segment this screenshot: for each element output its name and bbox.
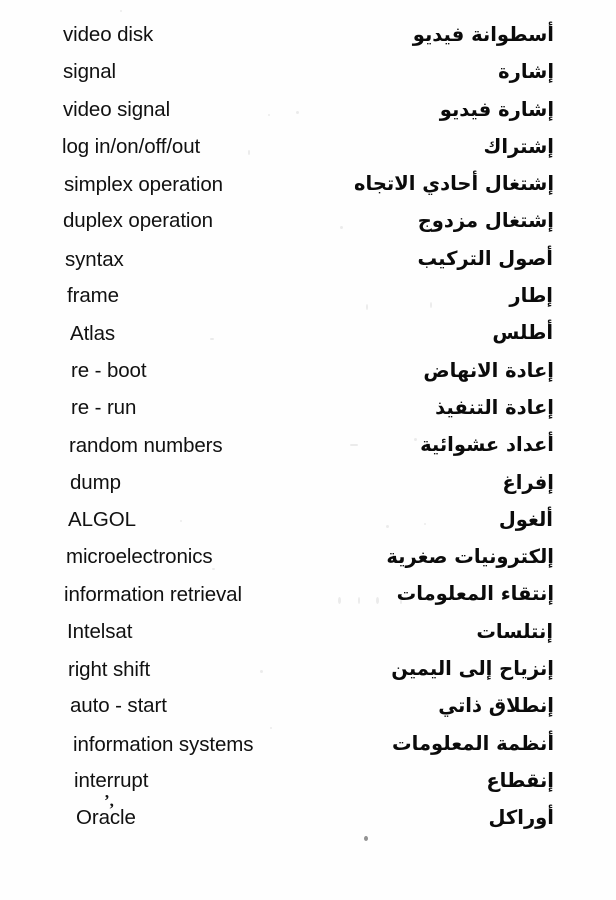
glossary-entry: auto - start إنطلاق ذاتي: [0, 693, 616, 730]
arabic-term: أوراكل: [488, 806, 554, 830]
english-term: information systems: [73, 732, 254, 756]
english-term: random numbers: [69, 433, 223, 457]
arabic-term: إنتقاء المعلومات: [396, 582, 554, 606]
english-term: re - run: [71, 395, 137, 419]
glossary-entry: re - boot إعادة الانهاض: [0, 358, 616, 395]
glossary-entry: frame إطار: [0, 283, 616, 320]
english-term: simplex operation: [64, 172, 223, 196]
english-term: microelectronics: [66, 545, 213, 569]
english-term: re - boot: [71, 358, 147, 382]
glossary-entry: interrupt إنقطاع: [0, 768, 616, 805]
glossary-list: video disk أسطوانة فيديو signal إشارة video …: [0, 22, 616, 843]
arabic-term: أنظمة المعلومات: [392, 731, 554, 755]
arabic-term: إلكترونيات صغرية: [386, 545, 554, 569]
scan-speck: [120, 10, 122, 12]
english-term: Atlas: [70, 321, 116, 345]
english-term: frame: [67, 284, 119, 308]
english-term: interrupt: [74, 769, 149, 793]
arabic-term: إطار: [509, 284, 553, 308]
glossary-entry: signal إشارة: [0, 59, 616, 96]
glossary-entry: re - run إعادة التنفيذ: [0, 395, 616, 432]
english-term: right shift: [68, 657, 151, 681]
glossary-entry: dump إفراغ: [0, 470, 616, 507]
arabic-term: إنقطاع: [486, 768, 554, 792]
arabic-term: ألغول: [498, 507, 553, 531]
english-term: video disk: [63, 23, 154, 46]
english-term: syntax: [65, 247, 124, 271]
english-term: information retrieval: [64, 582, 242, 606]
glossary-entry: information retrieval إنتقاء المعلومات: [0, 581, 616, 618]
english-term: Oracle: [76, 806, 136, 830]
arabic-term: إنطلاق ذاتي: [438, 694, 554, 718]
arabic-term: إعادة الانهاض: [423, 358, 554, 382]
glossary-entry: simplex operation إشتغال أحادي الاتجاه: [0, 171, 616, 208]
glossary-entry: Intelsat إنتلسات: [0, 619, 616, 656]
glossary-entry: information systems أنظمة المعلومات: [0, 731, 616, 768]
arabic-term: إشتغال أحادي الاتجاه: [354, 172, 554, 196]
english-term: signal: [63, 60, 116, 84]
glossary-entry: random numbers أعداد عشوائية: [0, 432, 616, 469]
arabic-term: إنزياح إلى اليمين: [391, 657, 554, 681]
english-term: auto - start: [70, 694, 167, 718]
arabic-term: إعادة التنفيذ: [435, 395, 554, 419]
glossary-entry: duplex operation إشتغال مزدوج: [0, 208, 616, 245]
glossary-entry: video signal إشارة فيديو: [0, 97, 616, 134]
scanned-page: video disk أسطوانة فيديو signal إشارة video …: [0, 0, 616, 900]
glossary-entry: video disk أسطوانة فيديو: [0, 22, 616, 59]
arabic-term: أسطوانة فيديو: [412, 23, 554, 46]
english-term: dump: [70, 470, 121, 494]
glossary-entry: right shift إنزياح إلى اليمين: [0, 656, 616, 693]
english-term: log in/on/off/out: [62, 134, 201, 158]
arabic-term: إشتغال مزدوج: [417, 209, 554, 233]
arabic-term: إفراغ: [502, 470, 554, 494]
arabic-term: إنتلسات: [476, 619, 553, 643]
glossary-entry: ALGOL ألغول: [0, 507, 616, 544]
arabic-term: إشارة: [498, 60, 554, 84]
english-term: Intelsat: [67, 619, 133, 643]
glossary-entry: microelectronics إلكترونيات صغرية: [0, 544, 616, 581]
glossary-entry: syntax أصول التركيب: [0, 246, 616, 283]
english-term: ALGOL: [68, 508, 136, 532]
arabic-term: أطلس: [492, 321, 553, 345]
arabic-term: إشارة فيديو: [439, 97, 554, 121]
arabic-term: أصول التركيب: [417, 246, 553, 270]
glossary-entry: log in/on/off/out إشتراك: [0, 134, 616, 171]
arabic-term: أعداد عشوائية: [420, 433, 554, 457]
glossary-entry: Atlas أطلس: [0, 320, 616, 357]
glossary-entry: Oracle أوراكل: [0, 805, 616, 842]
english-term: duplex operation: [63, 209, 213, 233]
english-term: video signal: [63, 98, 171, 122]
arabic-term: إشتراك: [483, 134, 554, 158]
